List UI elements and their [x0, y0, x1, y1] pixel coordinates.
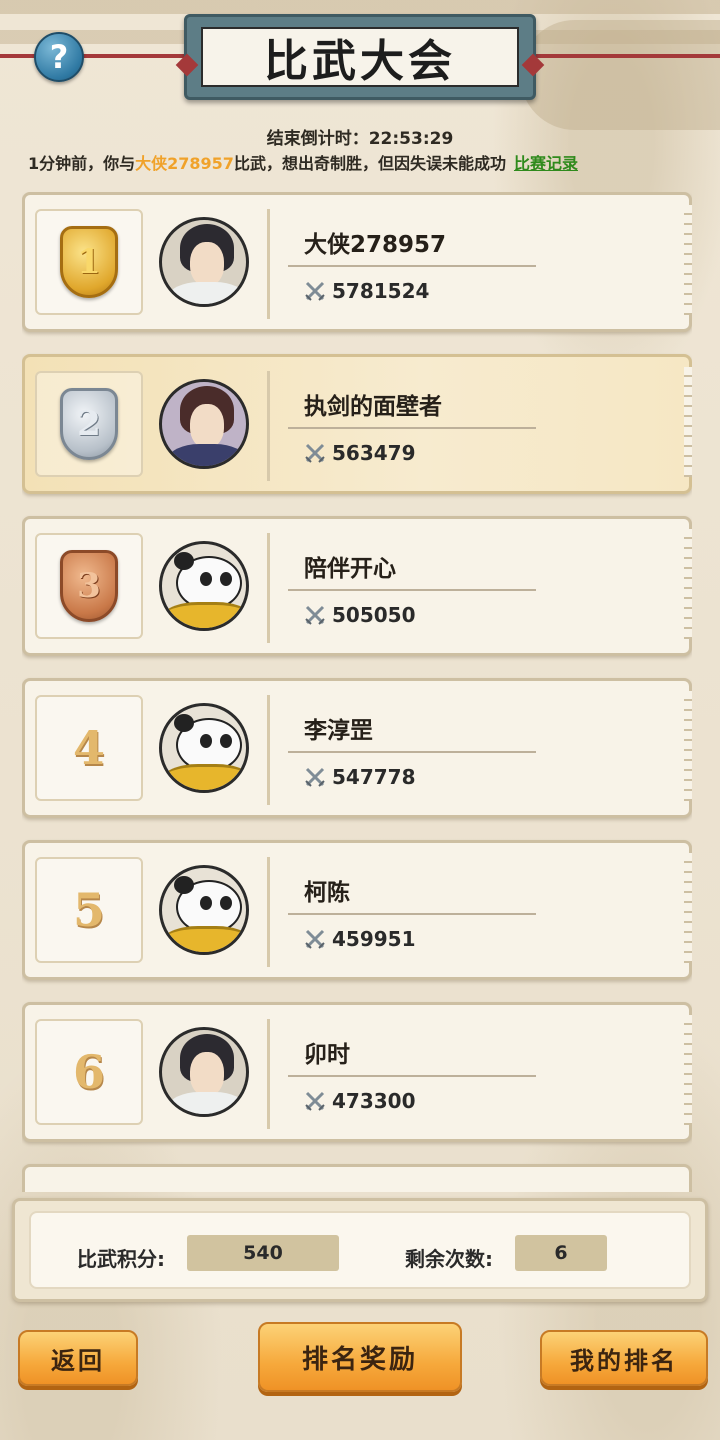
silver-medal-icon: 2	[60, 388, 118, 460]
bronze-medal-icon: 3	[60, 550, 118, 622]
notice-prefix: 1分钟前，你与	[28, 154, 136, 173]
crossed-swords-icon	[305, 929, 325, 949]
rank-badge: 4	[35, 695, 143, 801]
player-name: 陪伴开心	[304, 556, 396, 582]
rank-number: 6	[72, 1045, 105, 1099]
ranking-row: 5 柯陈 459951 比武	[22, 840, 692, 980]
match-record-link[interactable]: 比赛记录	[514, 154, 578, 173]
divider	[288, 1075, 536, 1077]
ranking-row: 3 陪伴开心 505050 比武	[22, 516, 692, 656]
combat-power: 5781524	[304, 279, 429, 303]
ranking-row-partial	[22, 1164, 692, 1192]
ranking-rewards-button[interactable]: 排名奖励	[258, 1322, 462, 1392]
divider	[288, 751, 536, 753]
gold-medal-icon: 1	[60, 226, 118, 298]
player-info: 卯时 473300 比武	[267, 1019, 667, 1129]
combat-power: 505050	[304, 603, 416, 627]
player-name: 柯陈	[304, 880, 350, 906]
swordsman-avatar	[159, 217, 249, 307]
player-info: 执剑的面壁者 563479	[267, 371, 667, 481]
countdown-time: 22:53:29	[368, 129, 454, 149]
countdown: 结束倒计时：22:53:29	[0, 124, 720, 149]
rank-number: 4	[72, 721, 105, 775]
rank-badge: 1	[35, 209, 143, 315]
torn-edge-decoration	[684, 529, 692, 639]
rank-number: 5	[72, 883, 105, 937]
question-mark-icon: ?	[49, 38, 69, 76]
combat-power: 473300	[304, 1089, 416, 1113]
crossed-swords-icon	[305, 443, 325, 463]
remaining-label: 剩余次数:	[405, 1247, 493, 1271]
torn-edge-decoration	[684, 1015, 692, 1125]
rank-badge: 6	[35, 1019, 143, 1125]
ranking-row-self: 2 执剑的面壁者 563479	[22, 354, 692, 494]
combat-power: 563479	[304, 441, 416, 465]
swordsman-avatar	[159, 1027, 249, 1117]
divider	[288, 913, 536, 915]
player-info: 陪伴开心 505050 比武	[267, 533, 667, 643]
torn-edge-decoration	[684, 691, 692, 801]
notice-opponent: 大侠278957	[135, 154, 234, 173]
divider	[288, 589, 536, 591]
crossed-swords-icon	[305, 281, 325, 301]
stats-panel: 比武积分: 540 剩余次数: 6	[12, 1198, 708, 1302]
torn-edge-decoration	[684, 853, 692, 963]
remaining-value: 6	[515, 1235, 607, 1271]
cloud-decoration	[520, 20, 720, 130]
my-ranking-button[interactable]: 我的排名	[540, 1330, 708, 1386]
torn-edge-decoration	[684, 205, 692, 315]
panda-avatar	[159, 703, 249, 793]
ranking-row: 4 李淳罡 547778 比武	[22, 678, 692, 818]
ranking-row: 6 卯时 473300 比武	[22, 1002, 692, 1142]
page-title: 比武大会	[201, 27, 519, 87]
rank-badge: 5	[35, 857, 143, 963]
panda-avatar	[159, 865, 249, 955]
score-label: 比武积分:	[77, 1247, 165, 1271]
score-value: 540	[187, 1235, 339, 1271]
woman-avatar	[159, 379, 249, 469]
rank-badge: 3	[35, 533, 143, 639]
countdown-label: 结束倒计时：	[266, 129, 369, 149]
panda-avatar	[159, 541, 249, 631]
crossed-swords-icon	[305, 1091, 325, 1111]
help-button[interactable]: ?	[34, 32, 84, 82]
combat-power: 459951	[304, 927, 416, 951]
player-info: 李淳罡 547778 比武	[267, 695, 667, 805]
rank-badge: 2	[35, 371, 143, 477]
crossed-swords-icon	[305, 767, 325, 787]
combat-power: 547778	[304, 765, 416, 789]
notice-suffix: 比武，想出奇制胜，但因失误未能成功	[233, 154, 506, 173]
ranking-row: 1 大侠278957 5781524 比武	[22, 192, 692, 332]
player-info: 柯陈 459951 比武	[267, 857, 667, 967]
battle-notice: 1分钟前，你与大侠278957比武，想出奇制胜，但因失误未能成功 比赛记录	[28, 150, 708, 174]
stats-inner: 比武积分: 540 剩余次数: 6	[29, 1211, 691, 1289]
ranking-list[interactable]: 1 大侠278957 5781524 比武 2 执剑的面壁者	[22, 192, 692, 1192]
player-info: 大侠278957 5781524 比武	[267, 209, 667, 319]
torn-edge-decoration	[684, 367, 692, 477]
player-name: 大侠278957	[304, 232, 447, 258]
divider	[288, 427, 536, 429]
player-name: 卯时	[304, 1042, 350, 1068]
crossed-swords-icon	[305, 605, 325, 625]
back-button[interactable]: 返回	[18, 1330, 138, 1386]
player-name: 执剑的面壁者	[304, 394, 442, 420]
divider	[288, 265, 536, 267]
title-plaque: 比武大会	[175, 14, 545, 100]
player-name: 李淳罡	[304, 718, 373, 744]
